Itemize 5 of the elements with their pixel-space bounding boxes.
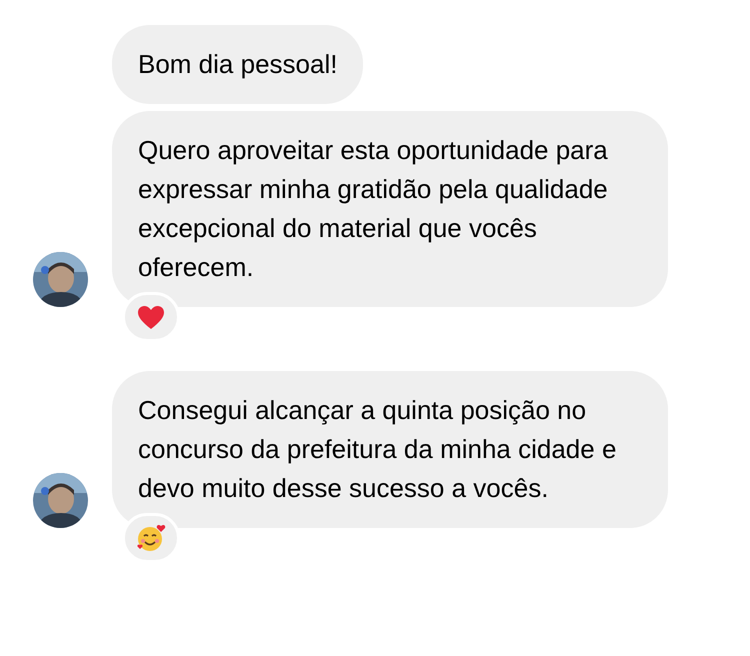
heart-icon [137,304,165,330]
smiling-face-icon [136,523,166,553]
message-bubble: Quero aproveitar esta oportunidade para expressar minha gratidão pela qualidade excepcional do material que vocês oferecem. [112,111,668,307]
message-bubble: Consegui alcançar a quinta posição no concurso da prefeitura da minha cidade e devo muito desse sucesso a vocês. [112,371,668,528]
message-bubble: Bom dia pessoal! [112,25,364,104]
